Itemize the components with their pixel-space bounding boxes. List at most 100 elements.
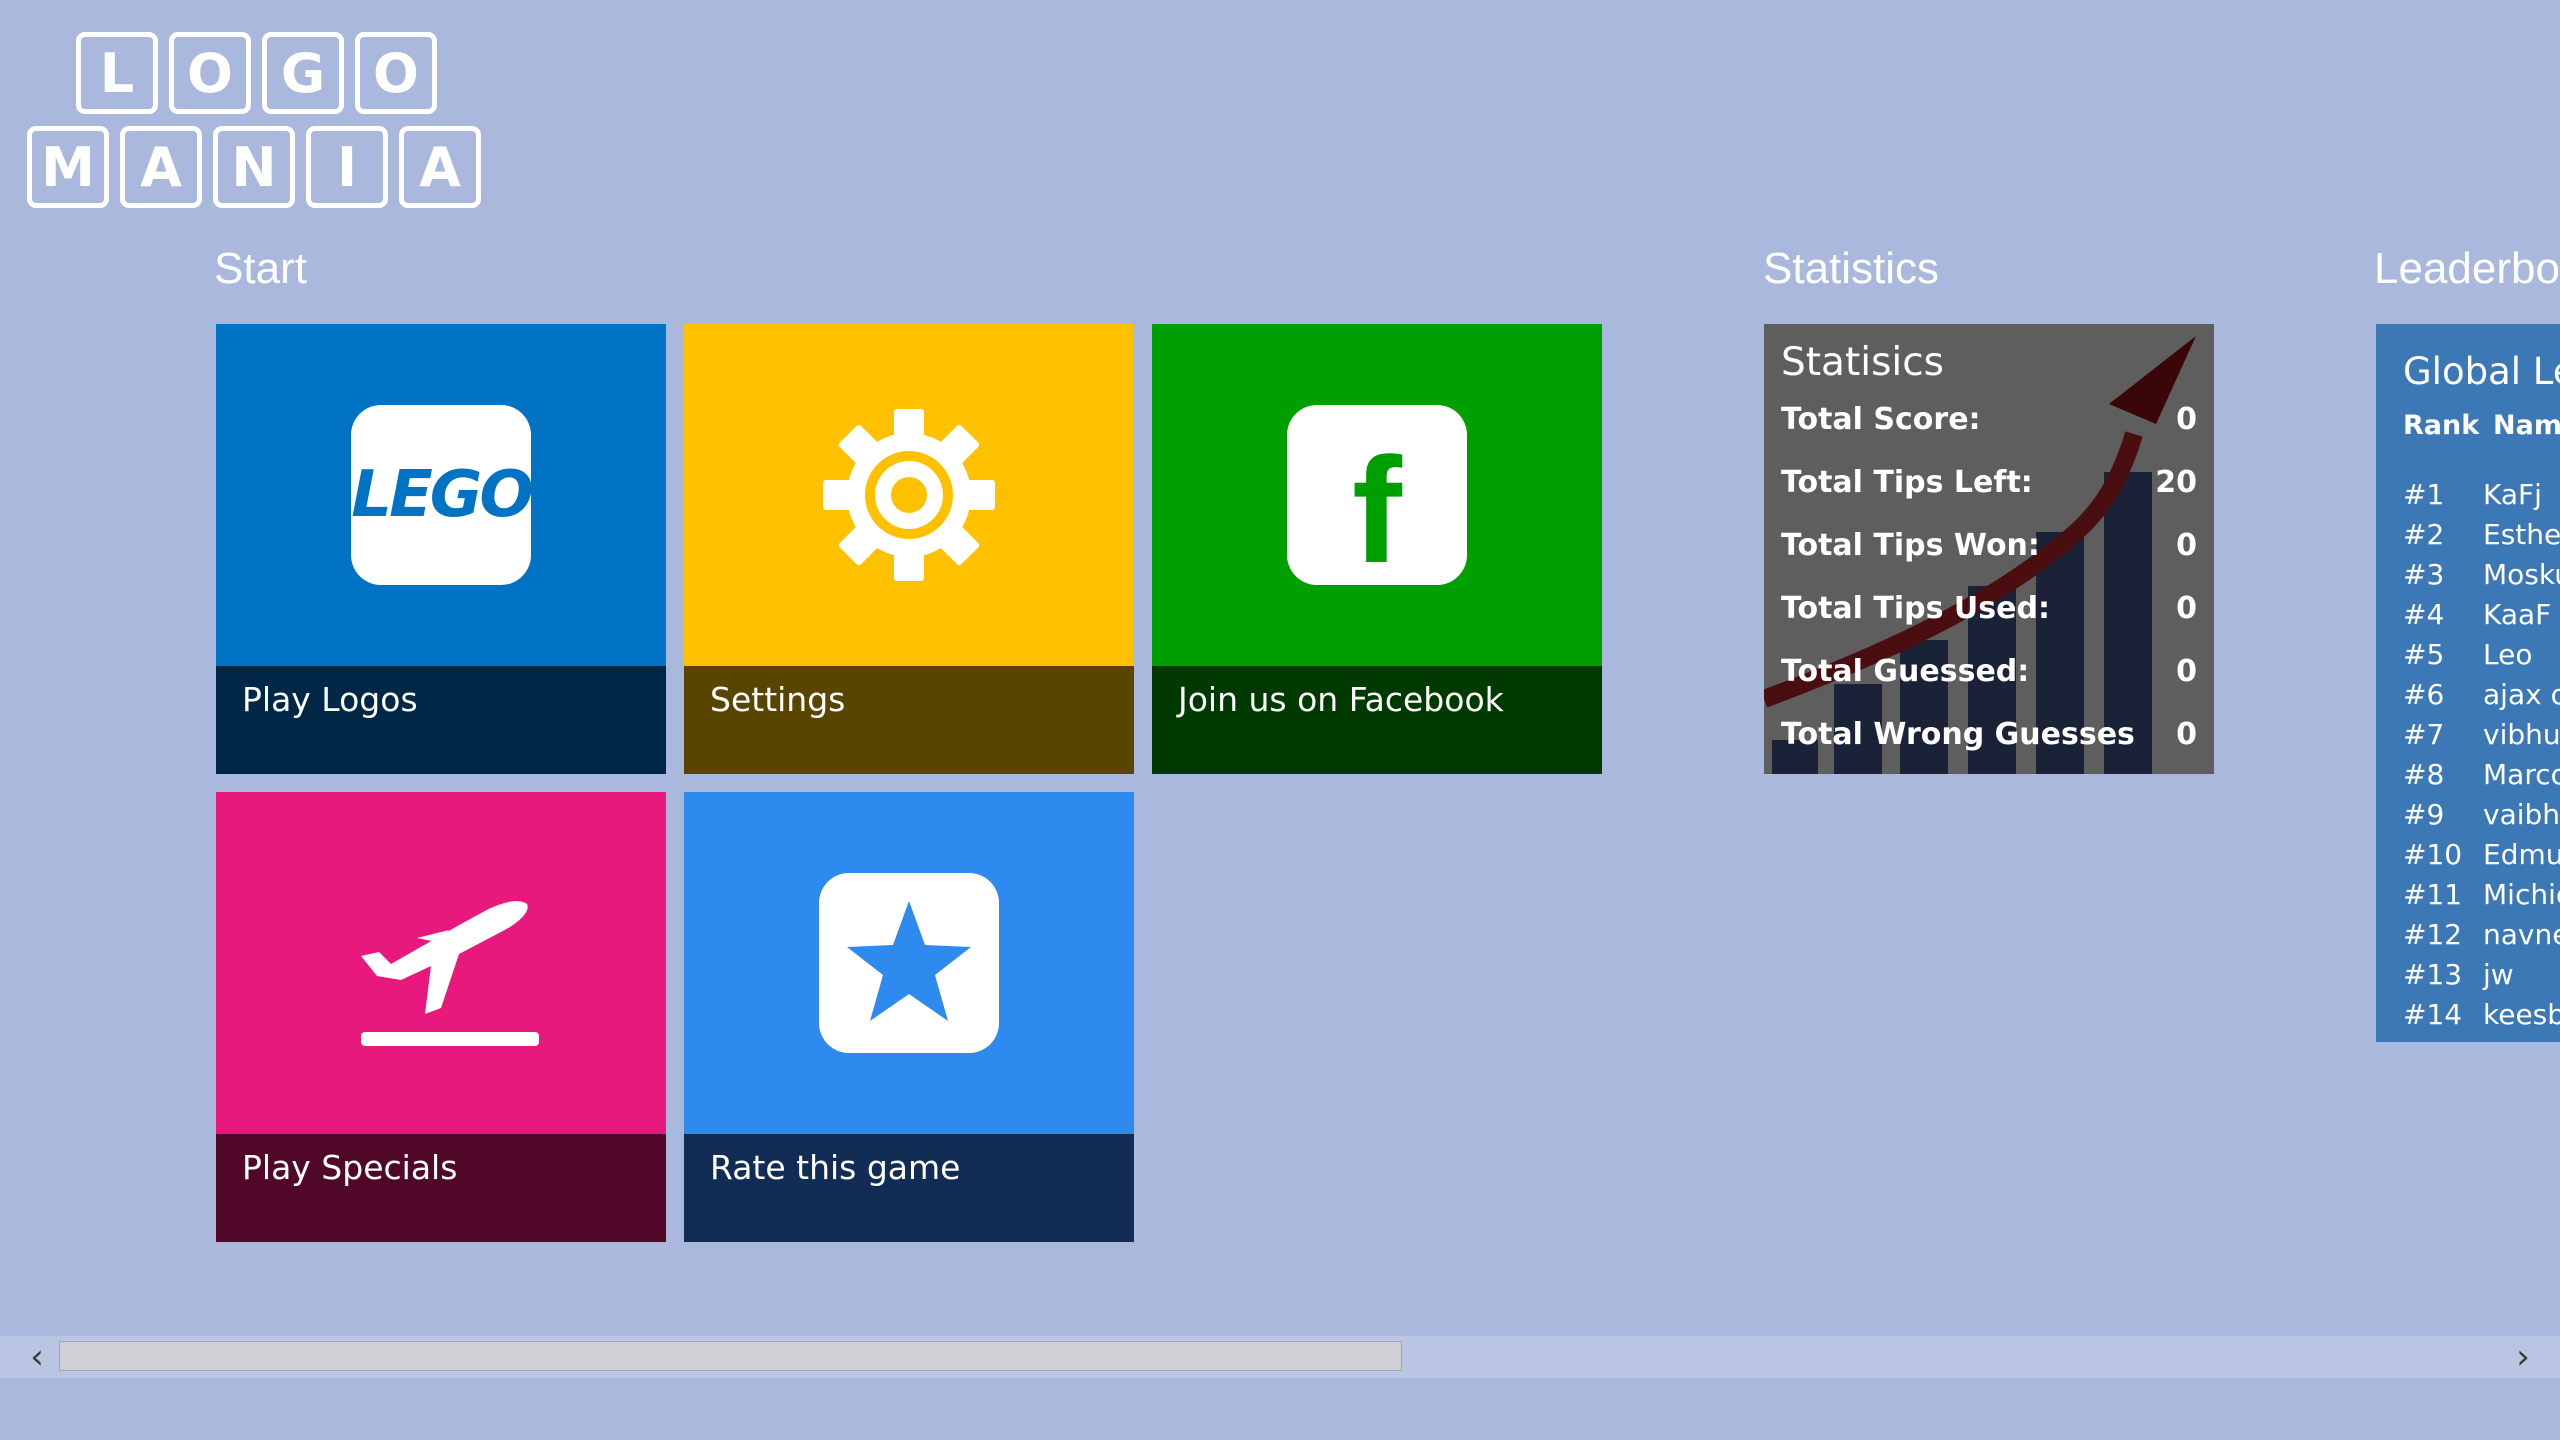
stat-label: Total Tips Left: [1781, 465, 2033, 500]
logo-row-2: M A N I A [27, 126, 481, 208]
statistics-tile[interactable]: Statisics Total Score: 0 Total Tips Left… [1764, 324, 2214, 774]
stat-value: 0 [2176, 717, 2197, 752]
logo-letter-tile: G [262, 32, 344, 114]
logo-letter-tile: O [169, 32, 251, 114]
logomania-logo: L O G O M A N I A [27, 32, 527, 222]
stat-row-total-score: Total Score: 0 [1781, 402, 2197, 442]
rank-cell: #14 [2403, 998, 2463, 1031]
tile-label: Settings [710, 680, 846, 719]
name-cell: Edmun [2483, 838, 2560, 871]
leaderboard-row: #6 ajax o [2376, 678, 2560, 718]
rank-cell: #13 [2403, 958, 2463, 991]
name-column-header: Nam [2493, 410, 2560, 441]
settings-tile[interactable]: Settings [684, 324, 1134, 774]
stat-label: Total Tips Used: [1781, 591, 2050, 626]
logo-letter-tile: A [399, 126, 481, 208]
leaderboard-row: #11 Michie [2376, 878, 2560, 918]
rank-cell: #5 [2403, 638, 2445, 671]
stat-value: 20 [2155, 465, 2197, 500]
stat-label: Total Guessed: [1781, 654, 2030, 689]
logo-letter-tile: N [213, 126, 295, 208]
horizontal-scrollbar[interactable]: ‹ › [0, 1336, 2560, 1378]
name-cell: KaFj [2483, 478, 2542, 511]
facebook-tile[interactable]: f Join us on Facebook [1152, 324, 1602, 774]
section-title-start: Start [214, 244, 307, 293]
section-title-leaderboard: Leaderbo [2374, 244, 2560, 293]
leaderboard-row: #9 vaibha [2376, 798, 2560, 838]
name-cell: KaaF [2483, 598, 2552, 631]
name-cell: vibhu [2483, 718, 2560, 751]
rank-cell: #9 [2403, 798, 2445, 831]
gear-icon [823, 409, 995, 581]
leaderboard-row: #14 keesb [2376, 998, 2560, 1038]
lego-icon: LEGO [351, 405, 534, 585]
statistics-title: Statisics [1781, 340, 1944, 385]
stat-row-tips-won: Total Tips Won: 0 [1781, 528, 2197, 568]
rate-game-tile[interactable]: Rate this game [684, 792, 1134, 1242]
name-cell: jw [2483, 958, 2514, 991]
scrollbar-thumb[interactable] [59, 1341, 1402, 1371]
rank-cell: #1 [2403, 478, 2445, 511]
name-cell: Leo [2483, 638, 2533, 671]
stat-row-tips-left: Total Tips Left: 20 [1781, 465, 2197, 505]
leaderboard-row: #7 vibhu [2376, 718, 2560, 758]
rank-cell: #11 [2403, 878, 2463, 911]
logo-letter-tile: O [355, 32, 437, 114]
leaderboard-row: #5 Leo [2376, 638, 2560, 678]
tile-label: Play Specials [242, 1148, 458, 1187]
name-cell: keesb [2483, 998, 2560, 1031]
facebook-icon-glyph: f [1352, 426, 1402, 594]
stat-label: Total Wrong Guesses [1781, 717, 2135, 752]
rank-column-header: Rank [2403, 410, 2480, 441]
tile-label: Rate this game [710, 1148, 961, 1187]
rank-cell: #7 [2403, 718, 2445, 751]
play-specials-tile[interactable]: Play Specials [216, 792, 666, 1242]
tile-icon-area [684, 792, 1134, 1134]
leaderboard-row: #2 Esther [2376, 518, 2560, 558]
tile-icon-area [216, 792, 666, 1134]
rank-cell: #12 [2403, 918, 2463, 951]
tile-label-bar: Play Specials [216, 1134, 666, 1242]
stat-value: 0 [2176, 591, 2197, 626]
leaderboard-tile[interactable]: Global Le Rank Nam #1 KaFj #2 Esther #3 Mos… [2376, 324, 2560, 1042]
tile-label-bar: Join us on Facebook [1152, 666, 1602, 774]
stat-label: Total Tips Won: [1781, 528, 2040, 563]
logo-letter-tile: I [306, 126, 388, 208]
play-logos-tile[interactable]: LEGO Play Logos [216, 324, 666, 774]
tile-label-bar: Rate this game [684, 1134, 1134, 1242]
rank-cell: #3 [2403, 558, 2445, 591]
tile-icon-area: f [1152, 324, 1602, 666]
stat-row-total-guessed: Total Guessed: 0 [1781, 654, 2197, 694]
stat-value: 0 [2176, 528, 2197, 563]
name-cell: Michie [2483, 878, 2560, 911]
rank-cell: #6 [2403, 678, 2445, 711]
name-cell: Marco [2483, 758, 2560, 791]
facebook-icon: f [1287, 405, 1467, 585]
tile-label: Play Logos [242, 680, 418, 719]
name-cell: Mosku [2483, 558, 2560, 591]
leaderboard-row: #1 KaFj [2376, 478, 2560, 518]
name-cell: Esther [2483, 518, 2560, 551]
leaderboard-row: #8 Marco [2376, 758, 2560, 798]
tile-label-bar: Settings [684, 666, 1134, 774]
tile-icon-area [684, 324, 1134, 666]
leaderboard-row: #13 jw [2376, 958, 2560, 998]
lego-icon-text: LEGO [351, 458, 533, 532]
stat-value: 0 [2176, 402, 2197, 437]
name-cell: vaibha [2483, 798, 2560, 831]
scroll-right-arrow-icon[interactable]: › [2494, 1336, 2552, 1378]
scroll-left-arrow-icon[interactable]: ‹ [8, 1336, 66, 1378]
stat-value: 0 [2176, 654, 2197, 689]
tile-label: Join us on Facebook [1178, 680, 1504, 719]
stat-row-tips-used: Total Tips Used: 0 [1781, 591, 2197, 631]
logo-row-1: L O G O [76, 32, 437, 114]
name-cell: navne [2483, 918, 2560, 951]
tile-label-bar: Play Logos [216, 666, 666, 774]
name-cell: ajax o [2483, 678, 2560, 711]
star-icon [819, 873, 999, 1053]
leaderboard-row: #4 KaaF [2376, 598, 2560, 638]
rank-cell: #10 [2403, 838, 2463, 871]
rank-cell: #8 [2403, 758, 2445, 791]
leaderboard-row: #3 Mosku [2376, 558, 2560, 598]
logo-letter-tile: A [120, 126, 202, 208]
